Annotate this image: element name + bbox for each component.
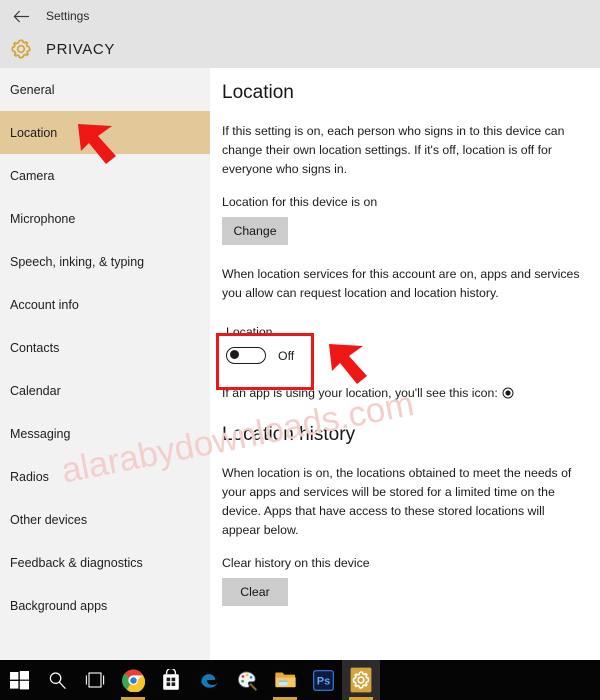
sidebar-item-general[interactable]: General	[0, 68, 210, 111]
paint-icon[interactable]	[228, 660, 266, 700]
change-button[interactable]: Change	[222, 217, 288, 245]
location-heading: Location	[222, 82, 294, 103]
sidebar-item-label: Background apps	[10, 598, 108, 613]
location-icon-note: If an app is using your location, you'll…	[222, 386, 582, 400]
search-icon[interactable]	[38, 660, 76, 700]
chrome-icon[interactable]	[114, 660, 152, 700]
sidebar-item-label: Feedback & diagnostics	[10, 555, 143, 570]
sidebar-item-label: Radios	[10, 469, 49, 484]
windows-taskbar: Ps	[0, 660, 600, 700]
sidebar-item-messaging[interactable]: Messaging	[0, 412, 210, 455]
svg-text:Ps: Ps	[316, 675, 329, 687]
location-toggle-row: Off	[226, 347, 312, 364]
sidebar-item-account-info[interactable]: Account info	[0, 283, 210, 326]
sidebar-item-camera[interactable]: Camera	[0, 154, 210, 197]
sidebar-item-other-devices[interactable]: Other devices	[0, 498, 210, 541]
gear-icon	[8, 36, 34, 62]
location-description: If this setting is on, each person who s…	[222, 124, 565, 176]
page-title: PRIVACY	[46, 40, 115, 58]
sidebar-item-speech-inking-typing[interactable]: Speech, inking, & typing	[0, 240, 210, 283]
clear-button[interactable]: Clear	[222, 578, 288, 606]
location-services-description: When location services for this account …	[222, 267, 580, 300]
sidebar-item-label: Contacts	[10, 340, 60, 355]
toggle-knob	[229, 350, 239, 360]
sidebar-item-location[interactable]: Location	[0, 111, 210, 154]
back-arrow-icon[interactable]	[10, 6, 32, 26]
settings-sidebar: General Location Camera Microphone Speec…	[0, 68, 210, 660]
sidebar-item-label: Other devices	[10, 512, 88, 527]
device-location-status: Location for this device is on	[222, 195, 378, 209]
location-toggle-switch[interactable]	[226, 347, 266, 364]
sidebar-item-label: Camera	[10, 168, 55, 183]
location-icon-note-text: If an app is using your location, you'll…	[222, 386, 498, 400]
sidebar-item-calendar[interactable]: Calendar	[0, 369, 210, 412]
location-toggle-caption: Location	[226, 325, 273, 339]
edge-icon[interactable]	[190, 660, 228, 700]
location-toggle-state: Off	[278, 348, 295, 363]
sidebar-item-label: Speech, inking, & typing	[10, 254, 145, 269]
window-header: Settings PRIVACY	[0, 0, 600, 68]
sidebar-item-microphone[interactable]: Microphone	[0, 197, 210, 240]
task-view-icon[interactable]	[76, 660, 114, 700]
settings-content: Location If this setting is on, each per…	[210, 68, 600, 660]
settings-icon[interactable]	[342, 660, 380, 700]
location-history-heading: Location history	[222, 424, 356, 445]
sidebar-item-contacts[interactable]: Contacts	[0, 326, 210, 369]
settings-window: Settings PRIVACY General Location Camera…	[0, 0, 600, 700]
sidebar-item-label: Messaging	[10, 426, 71, 441]
sidebar-item-radios[interactable]: Radios	[0, 455, 210, 498]
photoshop-icon[interactable]: Ps	[304, 660, 342, 700]
clear-history-label: Clear history on this device	[222, 556, 370, 570]
microsoft-store-icon[interactable]	[152, 660, 190, 700]
start-button-icon[interactable]	[0, 660, 38, 700]
sidebar-item-label: Microphone	[10, 211, 76, 226]
sidebar-item-label: Location	[10, 125, 58, 140]
page-title-row: PRIVACY	[8, 36, 115, 62]
sidebar-item-label: Account info	[10, 297, 79, 312]
location-history-description: When location is on, the locations obtai…	[222, 466, 572, 537]
back-label: Settings	[46, 9, 90, 23]
location-toggle-group: Location Off	[222, 319, 318, 372]
sidebar-item-label: Calendar	[10, 383, 61, 398]
sidebar-item-feedback-diagnostics[interactable]: Feedback & diagnostics	[0, 541, 210, 584]
back-navigation[interactable]: Settings	[10, 5, 89, 27]
sidebar-item-label: General	[10, 82, 55, 97]
sidebar-item-background-apps[interactable]: Background apps	[0, 584, 210, 627]
file-explorer-icon[interactable]	[266, 660, 304, 700]
location-indicator-icon	[502, 387, 514, 399]
